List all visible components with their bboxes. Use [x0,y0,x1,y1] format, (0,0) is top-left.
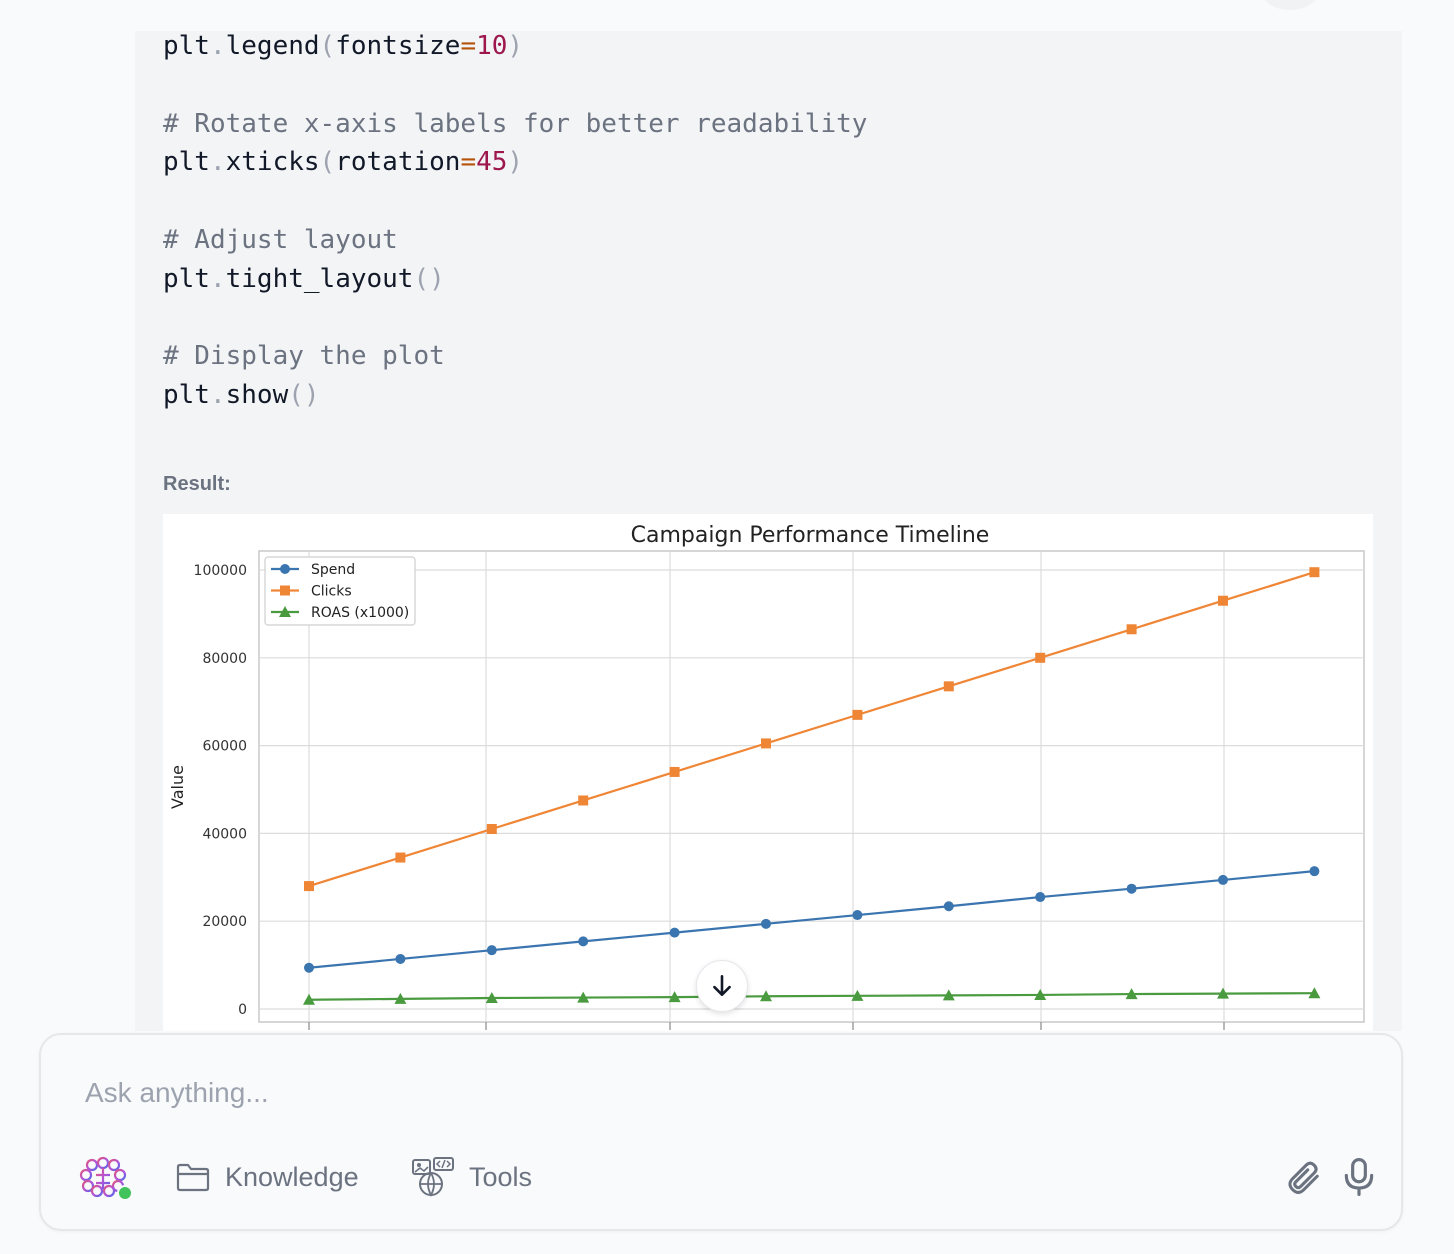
code-token: plt [163,147,210,178]
code-line: # Adjust layout [163,225,398,255]
microphone-icon [1344,1158,1374,1196]
data-point [1218,595,1228,606]
legend-label: Clicks [311,584,352,600]
chart-title: Campaign Performance Timeline [631,523,990,548]
code-token: # Display the plot [163,341,445,372]
knowledge-label: Knowledge [225,1161,359,1192]
data-point [304,962,314,973]
tools-icon [412,1157,454,1197]
code-line: # Rotate x-axis labels for better readab… [163,109,867,139]
data-point [1309,567,1320,578]
model-selector-button[interactable] [77,1155,133,1201]
tools-button[interactable]: Tools [411,1155,532,1199]
code-line: plt.tight_layout() [163,264,445,294]
data-point [669,766,680,777]
data-point [852,910,863,921]
code-token: . [209,263,226,294]
data-point [1218,874,1228,885]
code-token: tight_layout [225,263,414,294]
code-token: = [460,147,477,178]
code-token: ( [319,147,336,178]
y-tick-label: 80000 [202,651,247,667]
code-token: = [460,31,477,61]
online-dot-icon [117,1185,133,1201]
scroll-to-bottom-button[interactable] [696,960,748,1012]
data-point [1035,652,1046,663]
top-shadow [1262,0,1318,10]
data-point [395,852,406,863]
code-token: . [209,380,226,411]
code-token: ( [319,31,336,61]
code-token: # Adjust layout [163,225,398,255]
y-tick-label: 40000 [202,826,247,842]
code-token: plt [163,31,210,61]
y-tick-label: 60000 [202,739,247,755]
data-point [486,945,497,956]
data-point [1035,892,1046,903]
code-token: ) [507,31,524,61]
data-point [395,953,406,964]
tools-label: Tools [469,1161,533,1192]
data-point [1126,883,1137,894]
code-token: ) [507,147,524,178]
data-point [1126,624,1137,635]
chat-composer: Knowledge Tools [39,1033,1403,1231]
paperclip-icon [1288,1161,1319,1194]
code-token: . [209,31,226,61]
data-point [304,881,314,892]
code-token: 10 [476,31,508,61]
data-point [943,681,954,692]
y-axis-label: Value [168,765,187,809]
code-token: legend [225,31,320,61]
code-token: () [288,380,320,411]
data-point [761,738,771,749]
knowledge-button[interactable]: Knowledge [175,1155,359,1199]
data-point [1309,866,1320,877]
data-point [852,709,863,720]
folder-icon [176,1163,210,1192]
chat-page: plt.legend(fontsize=10) # Rotate x-axis l… [0,0,1454,1254]
plot-area [258,550,1365,1023]
code-token: plt [163,263,210,294]
code-line: plt.legend(fontsize=10) [163,31,523,61]
result-chart: Campaign Performance Timeline 0 20000 40000… [163,514,1373,1031]
code-token: 45 [476,147,508,178]
data-point [280,564,290,574]
data-point [669,927,680,938]
code-token: xticks [225,147,320,178]
code-token: show [225,380,289,411]
attach-file-button[interactable] [1281,1155,1325,1199]
code-token: () [413,263,445,294]
data-point [486,824,497,835]
y-tick-label: 0 [238,1002,247,1018]
data-point [280,585,290,596]
code-token: fontsize [335,31,461,61]
code-token: plt [163,380,210,411]
data-point [761,918,771,929]
y-tick-label: 100000 [194,563,247,579]
data-point [578,936,589,947]
code-line: # Display the plot [163,341,445,371]
legend-label: ROAS (x1000) [311,605,409,621]
y-tick-label: 20000 [202,914,247,930]
code-line: plt.xticks(rotation=45) [163,147,523,177]
code-token: # Rotate x-axis labels for better readab… [163,108,868,139]
arrow-down-icon [713,974,731,996]
data-point [578,795,589,806]
code-token: . [209,147,226,178]
voice-input-button[interactable] [1337,1155,1381,1199]
data-point [943,901,954,912]
chat-input[interactable] [85,1073,1285,1113]
code-output-panel: plt.legend(fontsize=10) # Rotate x-axis l… [135,31,1402,1031]
code-token: rotation [335,147,461,178]
code-line: plt.show() [163,380,320,410]
legend-label: Spend [311,562,355,578]
result-label: Result: [163,473,231,495]
chart-svg: Campaign Performance Timeline 0 20000 40000… [168,523,1365,1030]
